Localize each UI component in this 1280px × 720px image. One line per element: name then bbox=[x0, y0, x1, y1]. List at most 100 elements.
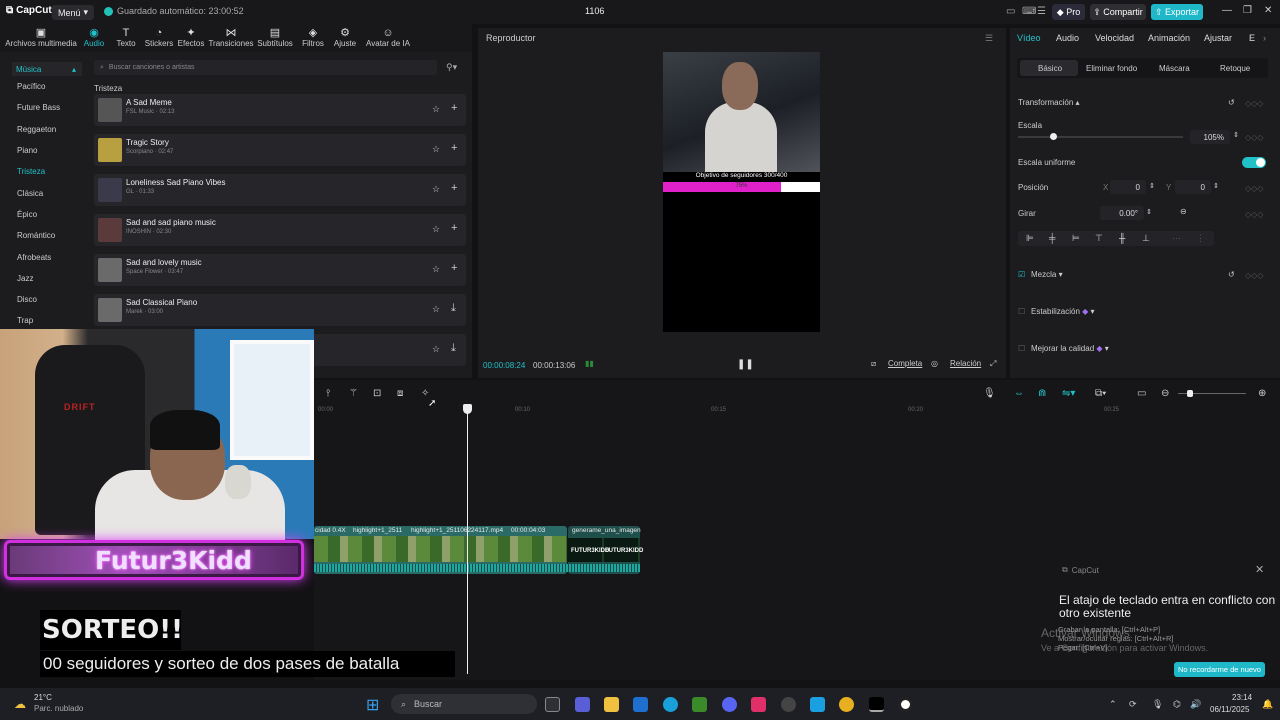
subtab-mask[interactable]: Máscara bbox=[1159, 64, 1190, 73]
category-item[interactable]: Épico bbox=[0, 204, 86, 225]
tab-speed[interactable]: Velocidad bbox=[1095, 33, 1134, 43]
download-icon[interactable]: ⤓ bbox=[451, 302, 456, 315]
align-top-icon[interactable]: ⊤ bbox=[1095, 233, 1103, 244]
quality-checkbox[interactable]: ☐ bbox=[1018, 344, 1025, 353]
clock-time[interactable]: 23:14 bbox=[1232, 693, 1252, 702]
preview-axis-icon[interactable]: ⧉▾ bbox=[1095, 388, 1106, 399]
clock-date[interactable]: 06/11/2025 bbox=[1210, 705, 1249, 714]
add-icon[interactable]: + bbox=[451, 142, 457, 154]
tab-media[interactable]: ▣ Archivos multimedia bbox=[0, 24, 82, 52]
weather-desc[interactable]: Parc. nublado bbox=[34, 704, 83, 713]
reset-icon[interactable]: ↺ bbox=[1228, 98, 1235, 107]
export-button[interactable]: ⇧ Exportar bbox=[1151, 4, 1203, 20]
tray-mic-icon[interactable]: 🎙 bbox=[1152, 699, 1163, 710]
quality-heading[interactable]: Mejorar la calidad ◆ ▾ bbox=[1031, 344, 1109, 353]
favorite-icon[interactable]: ☆ bbox=[432, 304, 440, 315]
align-right-icon[interactable]: ⊨ bbox=[1072, 233, 1080, 244]
favorite-icon[interactable]: ☆ bbox=[432, 224, 440, 235]
tab-text[interactable]: T Texto bbox=[106, 24, 146, 52]
distribute-h-icon[interactable]: ⋯ bbox=[1172, 233, 1181, 244]
snap-icon[interactable]: ⇋▾ bbox=[1062, 388, 1075, 399]
microphone-icon[interactable]: 🎙 bbox=[983, 388, 996, 399]
subtitle-track-icon[interactable]: ▭ bbox=[1137, 388, 1146, 399]
track-item[interactable]: Sad and sad piano music INOSHIN · 02:30 … bbox=[94, 214, 466, 246]
split-icon[interactable]: ⫯ bbox=[326, 388, 330, 399]
category-item[interactable]: Disco bbox=[0, 289, 86, 310]
add-icon[interactable]: + bbox=[451, 262, 457, 274]
toast-close-icon[interactable]: ✕ bbox=[1255, 563, 1264, 576]
align-center-v-icon[interactable]: ╫ bbox=[1119, 233, 1125, 243]
taskbar-search[interactable]: ⌕ Buscar bbox=[391, 694, 537, 714]
tab-stickers[interactable]: ◔ Stickers bbox=[145, 24, 173, 52]
windows-start-icon[interactable]: ⊞ bbox=[366, 695, 379, 715]
zoom-slider-handle[interactable] bbox=[1187, 390, 1193, 397]
tab-video[interactable]: Vídeo bbox=[1017, 33, 1041, 43]
chevron-right-icon[interactable]: › bbox=[1263, 33, 1266, 43]
category-music[interactable]: Música ▴ bbox=[12, 62, 82, 76]
align-center-h-icon[interactable]: ╪ bbox=[1049, 233, 1055, 243]
maximize-icon[interactable]: ❐ bbox=[1243, 5, 1252, 16]
tab-audio[interactable]: ◉ Audio bbox=[82, 24, 106, 52]
category-item[interactable]: Clásica bbox=[0, 182, 86, 203]
tab-audio-settings[interactable]: Audio bbox=[1056, 33, 1079, 43]
blend-heading[interactable]: Mezcla ▾ bbox=[1031, 270, 1063, 279]
category-item[interactable]: Pacífico bbox=[0, 76, 86, 97]
player-menu-icon[interactable]: ☰ bbox=[985, 33, 993, 44]
tab-more[interactable]: E bbox=[1249, 33, 1255, 43]
link-icon[interactable]: ⇔ bbox=[1014, 388, 1024, 399]
category-item[interactable]: Piano bbox=[0, 140, 86, 161]
chrome-icon[interactable] bbox=[839, 697, 854, 712]
favorite-icon[interactable]: ☆ bbox=[432, 344, 440, 355]
subtab-basic[interactable]: Básico bbox=[1038, 64, 1062, 73]
stepper-icon[interactable]: ⇕ bbox=[1146, 208, 1152, 216]
tab-fit[interactable]: Ajustar bbox=[1204, 33, 1232, 43]
zoom-in-icon[interactable]: ⊕ bbox=[1258, 388, 1266, 399]
keyframe-icon[interactable]: ◇◇◇ bbox=[1245, 99, 1263, 108]
close-icon[interactable]: ✕ bbox=[1264, 5, 1272, 16]
ratio-button[interactable]: Relación bbox=[950, 359, 981, 368]
rotate-field[interactable]: 0.00° bbox=[1100, 206, 1144, 220]
scale-slider-handle[interactable] bbox=[1050, 133, 1057, 140]
weather-temp[interactable]: 21°C bbox=[34, 693, 52, 702]
track-item[interactable]: A Sad Meme FSL Music · 02:13 ☆ + bbox=[94, 94, 466, 126]
stabilize-heading[interactable]: Estabilización ◆ ▾ bbox=[1031, 307, 1095, 316]
pos-x-field[interactable]: 0 bbox=[1110, 180, 1146, 194]
capcut-taskbar-icon[interactable] bbox=[869, 697, 884, 712]
tab-adjust[interactable]: ⚙ Ajuste bbox=[328, 24, 362, 52]
steam-icon[interactable] bbox=[781, 697, 796, 712]
tab-subtitles[interactable]: ▤ Subtítulos bbox=[252, 24, 298, 52]
magnet-icon[interactable]: ⋒ bbox=[1038, 388, 1046, 399]
track-item[interactable]: Loneliness Sad Piano Vibes GL · 01:33 ☆ … bbox=[94, 174, 466, 206]
keyframe-icon[interactable]: ◇◇◇ bbox=[1245, 210, 1263, 219]
playhead-handle[interactable] bbox=[463, 404, 472, 414]
category-item-active[interactable]: Tristeza bbox=[0, 161, 86, 182]
category-item[interactable]: Jazz bbox=[0, 268, 86, 289]
tab-filters[interactable]: ◈ Filtros bbox=[298, 24, 328, 52]
category-item[interactable]: Future Bass bbox=[0, 97, 86, 118]
stepper-icon[interactable]: ⇕ bbox=[1213, 182, 1219, 190]
network-icon[interactable]: ⌬ bbox=[1173, 699, 1181, 710]
keyframe-icon[interactable]: ◇◇◇ bbox=[1245, 271, 1263, 280]
track-item[interactable]: Sad Classical Piano Marek · 03:00 ☆ ⤓ bbox=[94, 294, 466, 326]
dont-remind-button[interactable]: No recordarme de nuevo bbox=[1174, 662, 1265, 677]
notification-bell-icon[interactable]: 🔔 bbox=[1262, 699, 1273, 710]
transform-heading[interactable]: Transformación ▴ bbox=[1018, 98, 1080, 107]
file-explorer-icon[interactable] bbox=[604, 697, 619, 712]
minimize-icon[interactable]: — bbox=[1222, 5, 1232, 16]
share-button[interactable]: ⇪ Compartir bbox=[1090, 4, 1146, 20]
minecraft-icon[interactable] bbox=[692, 697, 707, 712]
scale-slider[interactable] bbox=[1018, 136, 1183, 138]
category-item[interactable]: Reggaeton bbox=[0, 119, 86, 140]
pause-button[interactable]: ❚❚ bbox=[737, 359, 754, 370]
stepper-icon[interactable]: ⇕ bbox=[1233, 131, 1239, 139]
favorite-icon[interactable]: ☆ bbox=[432, 104, 440, 115]
pos-y-field[interactable]: 0 bbox=[1175, 180, 1211, 194]
task-view-icon[interactable] bbox=[545, 697, 560, 712]
keyframe-icon[interactable]: ◇◇◇ bbox=[1245, 133, 1263, 142]
snapshot-icon[interactable]: ◎ bbox=[931, 359, 938, 368]
tab-transitions[interactable]: ⋈ Transiciones bbox=[208, 24, 253, 52]
stepper-icon[interactable]: ⇕ bbox=[1149, 182, 1155, 190]
tray-app-icon[interactable]: ⟳ bbox=[1129, 699, 1137, 710]
zoom-out-icon[interactable]: ⊖ bbox=[1161, 388, 1169, 399]
settings-icon[interactable]: ☰ bbox=[1037, 6, 1046, 17]
